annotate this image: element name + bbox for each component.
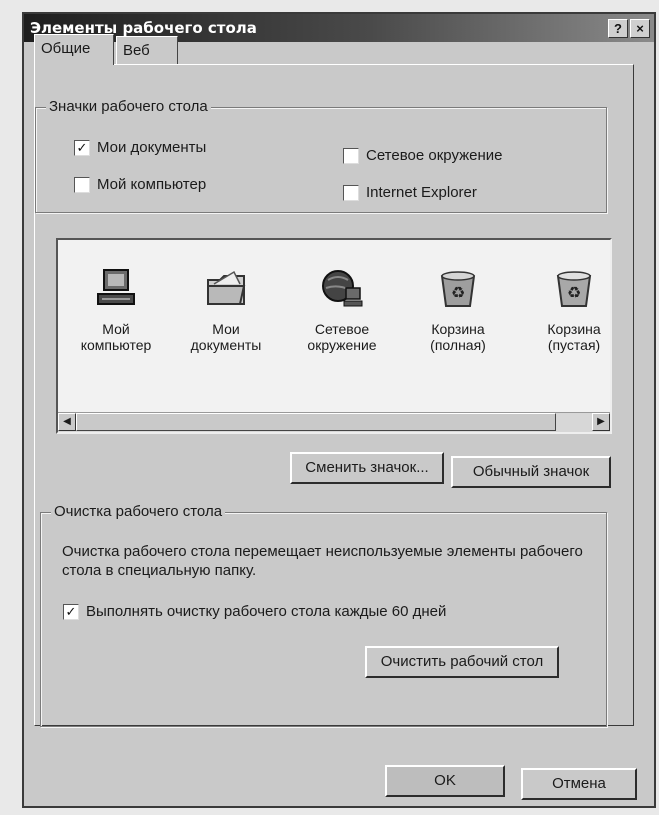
- icon-item-my-documents[interactable]: Мои документы: [172, 268, 280, 353]
- icon-item-my-computer[interactable]: Мой компьютер: [62, 268, 170, 353]
- internet-explorer-checkbox[interactable]: Internet Explorer: [343, 184, 477, 201]
- tab-general[interactable]: Общие: [34, 34, 114, 65]
- ok-button[interactable]: OK: [385, 765, 505, 797]
- tab-web[interactable]: Веб: [116, 36, 178, 64]
- cleanup-every-60-days-checkbox[interactable]: ✓ Выполнять очистку рабочего стола кажды…: [63, 603, 446, 620]
- icon-label-line1: Мой: [102, 321, 130, 337]
- my-documents-label: Мои документы: [97, 139, 207, 156]
- scroll-thumb[interactable]: [76, 413, 556, 431]
- network-places-label: Сетевое окружение: [366, 147, 503, 164]
- icon-item-recycle-bin-full[interactable]: ♻ Корзина (полная): [404, 268, 512, 353]
- desktop-icons-group: Значки рабочего стола: [35, 98, 607, 213]
- default-icon-button[interactable]: Обычный значок: [451, 456, 611, 488]
- network-icon: [322, 270, 363, 307]
- internet-explorer-check-box[interactable]: [343, 184, 359, 201]
- my-computer-label: Мой компьютер: [97, 176, 207, 193]
- tab-general-label: Общие: [41, 40, 91, 57]
- network-places-checkbox[interactable]: Сетевое окружение: [343, 147, 503, 164]
- icon-label-line2: окружение: [307, 337, 377, 353]
- my-documents-checkbox[interactable]: ✓ Мои документы: [74, 139, 206, 156]
- icon-label-line1: Сетевое: [314, 321, 370, 337]
- my-computer-checkbox[interactable]: Мой компьютер: [74, 176, 206, 193]
- cancel-button[interactable]: Отмена: [521, 768, 637, 800]
- icon-item-recycle-bin-empty[interactable]: ♻ Корзина (пустая): [520, 268, 610, 353]
- icon-label-line2: (полная): [430, 337, 486, 353]
- icon-item-network-places[interactable]: Сетевое окружение: [288, 268, 396, 353]
- clean-desktop-button[interactable]: Очистить рабочий стол: [365, 646, 559, 678]
- close-button[interactable]: ×: [630, 19, 650, 38]
- horizontal-scrollbar[interactable]: ◀ ▶: [58, 412, 610, 432]
- cleanup-check-box[interactable]: ✓: [63, 603, 79, 620]
- internet-explorer-label: Internet Explorer: [366, 184, 477, 201]
- svg-text:♻: ♻: [451, 283, 465, 302]
- scroll-right-icon[interactable]: ▶: [592, 413, 610, 431]
- my-computer-check-box[interactable]: [74, 176, 90, 193]
- computer-icon: [97, 269, 135, 305]
- icon-label-line2: документы: [190, 337, 262, 353]
- icon-label-line2: (пустая): [547, 337, 601, 353]
- change-icon-button[interactable]: Сменить значок...: [290, 452, 444, 484]
- svg-text:♻: ♻: [567, 283, 581, 302]
- tab-web-label: Веб: [123, 42, 150, 59]
- folder-icon: [207, 270, 246, 305]
- desktop-icon-list[interactable]: Мой компьютер Мои документы Сетевое окру…: [56, 238, 612, 434]
- my-documents-check-box[interactable]: ✓: [74, 139, 90, 156]
- recycle-bin-empty-icon: ♻: [556, 271, 592, 307]
- desktop-cleanup-group-label: Очистка рабочего стола: [51, 503, 226, 520]
- recycle-bin-full-icon: ♻: [440, 271, 476, 307]
- icon-label-line1: Корзина: [431, 321, 485, 337]
- cleanup-checkbox-label: Выполнять очистку рабочего стола каждые …: [86, 603, 447, 620]
- icon-label-line1: Мои: [212, 321, 240, 337]
- icon-label-line1: Корзина: [547, 321, 601, 337]
- desktop-icons-group-label: Значки рабочего стола: [46, 98, 211, 115]
- scroll-left-icon[interactable]: ◀: [58, 413, 76, 431]
- network-places-check-box[interactable]: [343, 147, 359, 164]
- icon-label-line2: компьютер: [80, 337, 152, 353]
- cleanup-description: Очистка рабочего стола перемещает неиспо…: [62, 543, 583, 579]
- help-button[interactable]: ?: [608, 19, 628, 38]
